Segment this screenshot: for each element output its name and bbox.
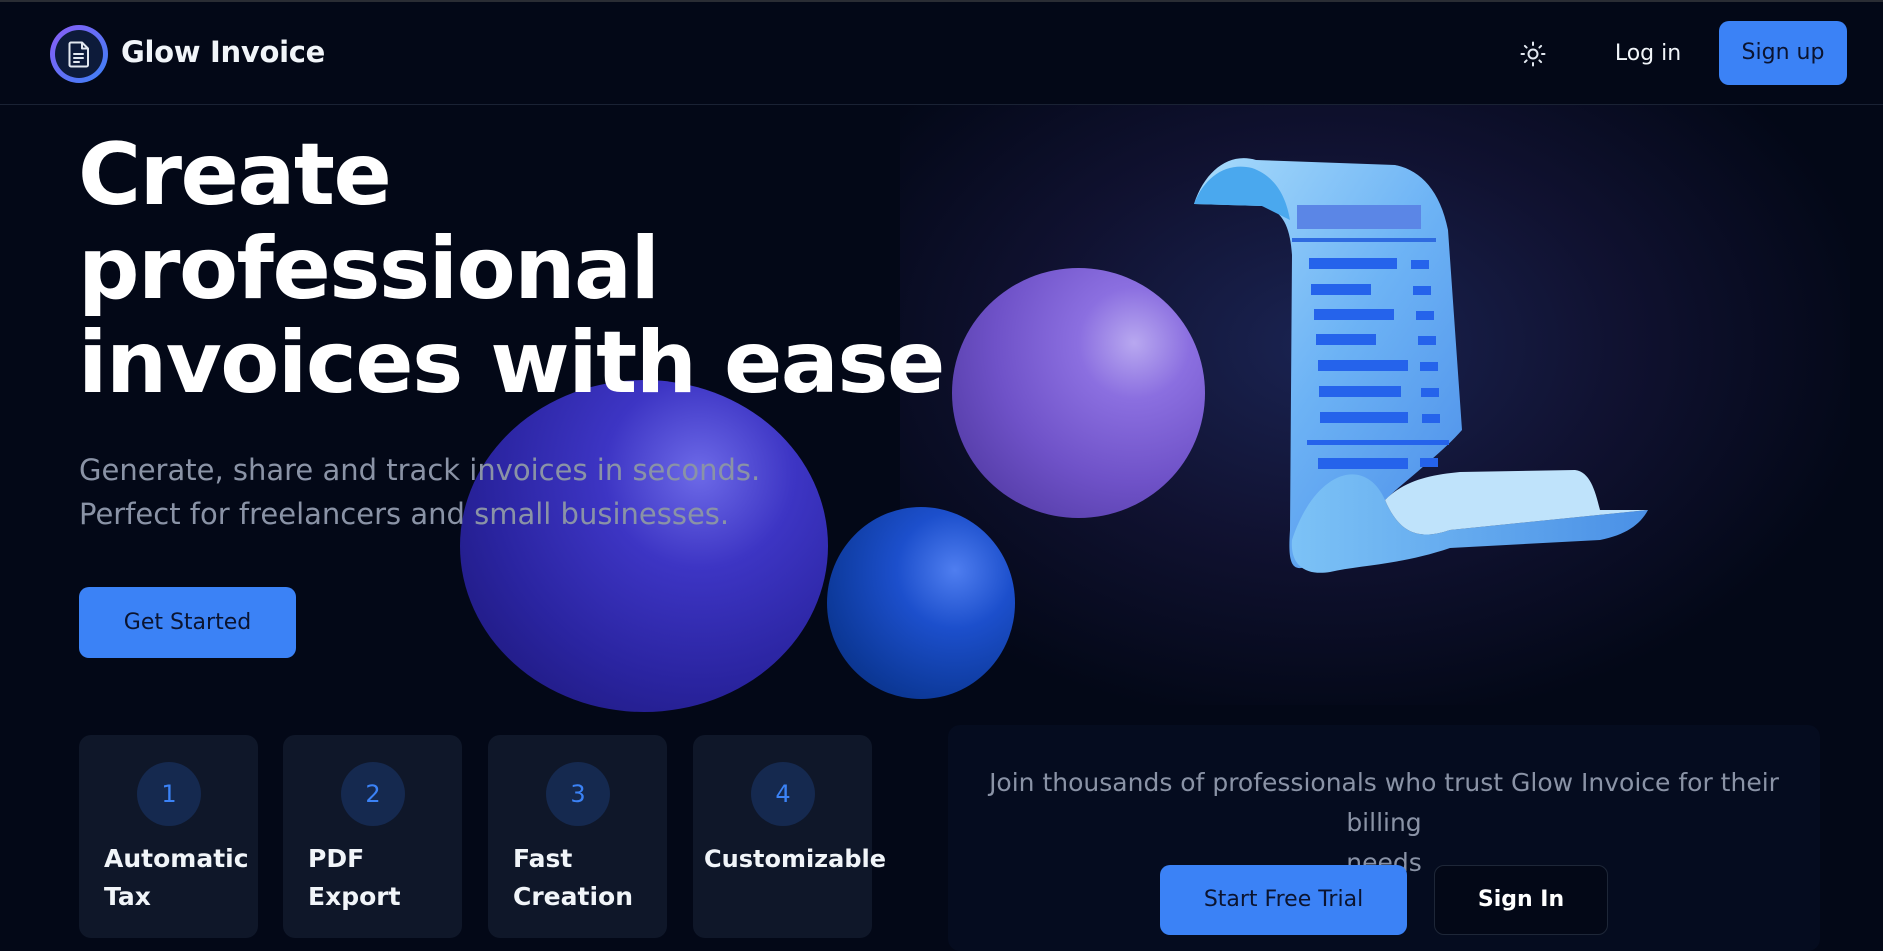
feature-label: Customizable — [704, 840, 887, 878]
hero-headline-line: Create — [78, 125, 392, 225]
feature-number-badge: 4 — [751, 762, 815, 826]
receipt-illustration — [1194, 158, 1648, 573]
theme-toggle-button[interactable] — [1520, 41, 1546, 71]
login-link[interactable]: Log in — [1598, 22, 1698, 86]
signup-button[interactable]: Sign up — [1719, 21, 1847, 85]
hero-headline-line: professional — [78, 219, 660, 319]
hero-headline-line: invoices with ease — [78, 313, 945, 413]
sign-in-button[interactable]: Sign In — [1434, 865, 1608, 935]
get-started-button[interactable]: Get Started — [79, 587, 296, 658]
hero-headline: Create professional invoices with ease — [78, 128, 958, 410]
start-free-trial-button[interactable]: Start Free Trial — [1160, 865, 1407, 935]
feature-label-line: Tax — [104, 882, 151, 911]
feature-label: Automatic Tax — [104, 840, 254, 916]
feature-card-customizable: 4 Customizable — [693, 735, 887, 938]
sun-icon — [1520, 41, 1546, 67]
logo-badge — [55, 30, 103, 78]
logo[interactable] — [50, 25, 108, 83]
feature-label-line: Automatic — [104, 844, 249, 873]
cta-panel: Join thousands of professionals who trus… — [948, 725, 1820, 951]
document-icon — [68, 41, 89, 68]
feature-card-fast-creation: 3 Fast Creation — [488, 735, 667, 938]
hero-subtitle-line: Generate, share and track invoices in se… — [79, 453, 761, 487]
feature-card-automatic-tax: 1 Automatic Tax — [79, 735, 258, 938]
cta-text-line: Join thousands of professionals who trus… — [989, 768, 1779, 837]
feature-number-badge: 2 — [341, 762, 405, 826]
feature-label-line: Creation — [513, 882, 633, 911]
feature-label-line: Customizable — [704, 845, 887, 873]
feature-label-line: Fast — [513, 844, 573, 873]
brand-name[interactable]: Glow Invoice — [121, 35, 325, 69]
feature-label-line: PDF — [308, 844, 365, 873]
decorative-sphere-purple — [952, 268, 1205, 518]
feature-card-pdf-export: 2 PDF Export — [283, 735, 462, 938]
decorative-sphere-indigo — [460, 380, 828, 712]
top-navbar: Glow Invoice Log in Sign up — [0, 2, 1883, 105]
feature-label-line: Export — [308, 882, 401, 911]
hero-subtitle-line: Perfect for freelancers and small busine… — [79, 497, 730, 531]
decorative-sphere-blue — [827, 507, 1015, 699]
feature-label: PDF Export — [308, 840, 458, 916]
feature-label: Fast Creation — [513, 840, 663, 916]
feature-number-badge: 3 — [546, 762, 610, 826]
feature-number-badge: 1 — [137, 762, 201, 826]
hero-subtitle: Generate, share and track invoices in se… — [79, 448, 799, 536]
